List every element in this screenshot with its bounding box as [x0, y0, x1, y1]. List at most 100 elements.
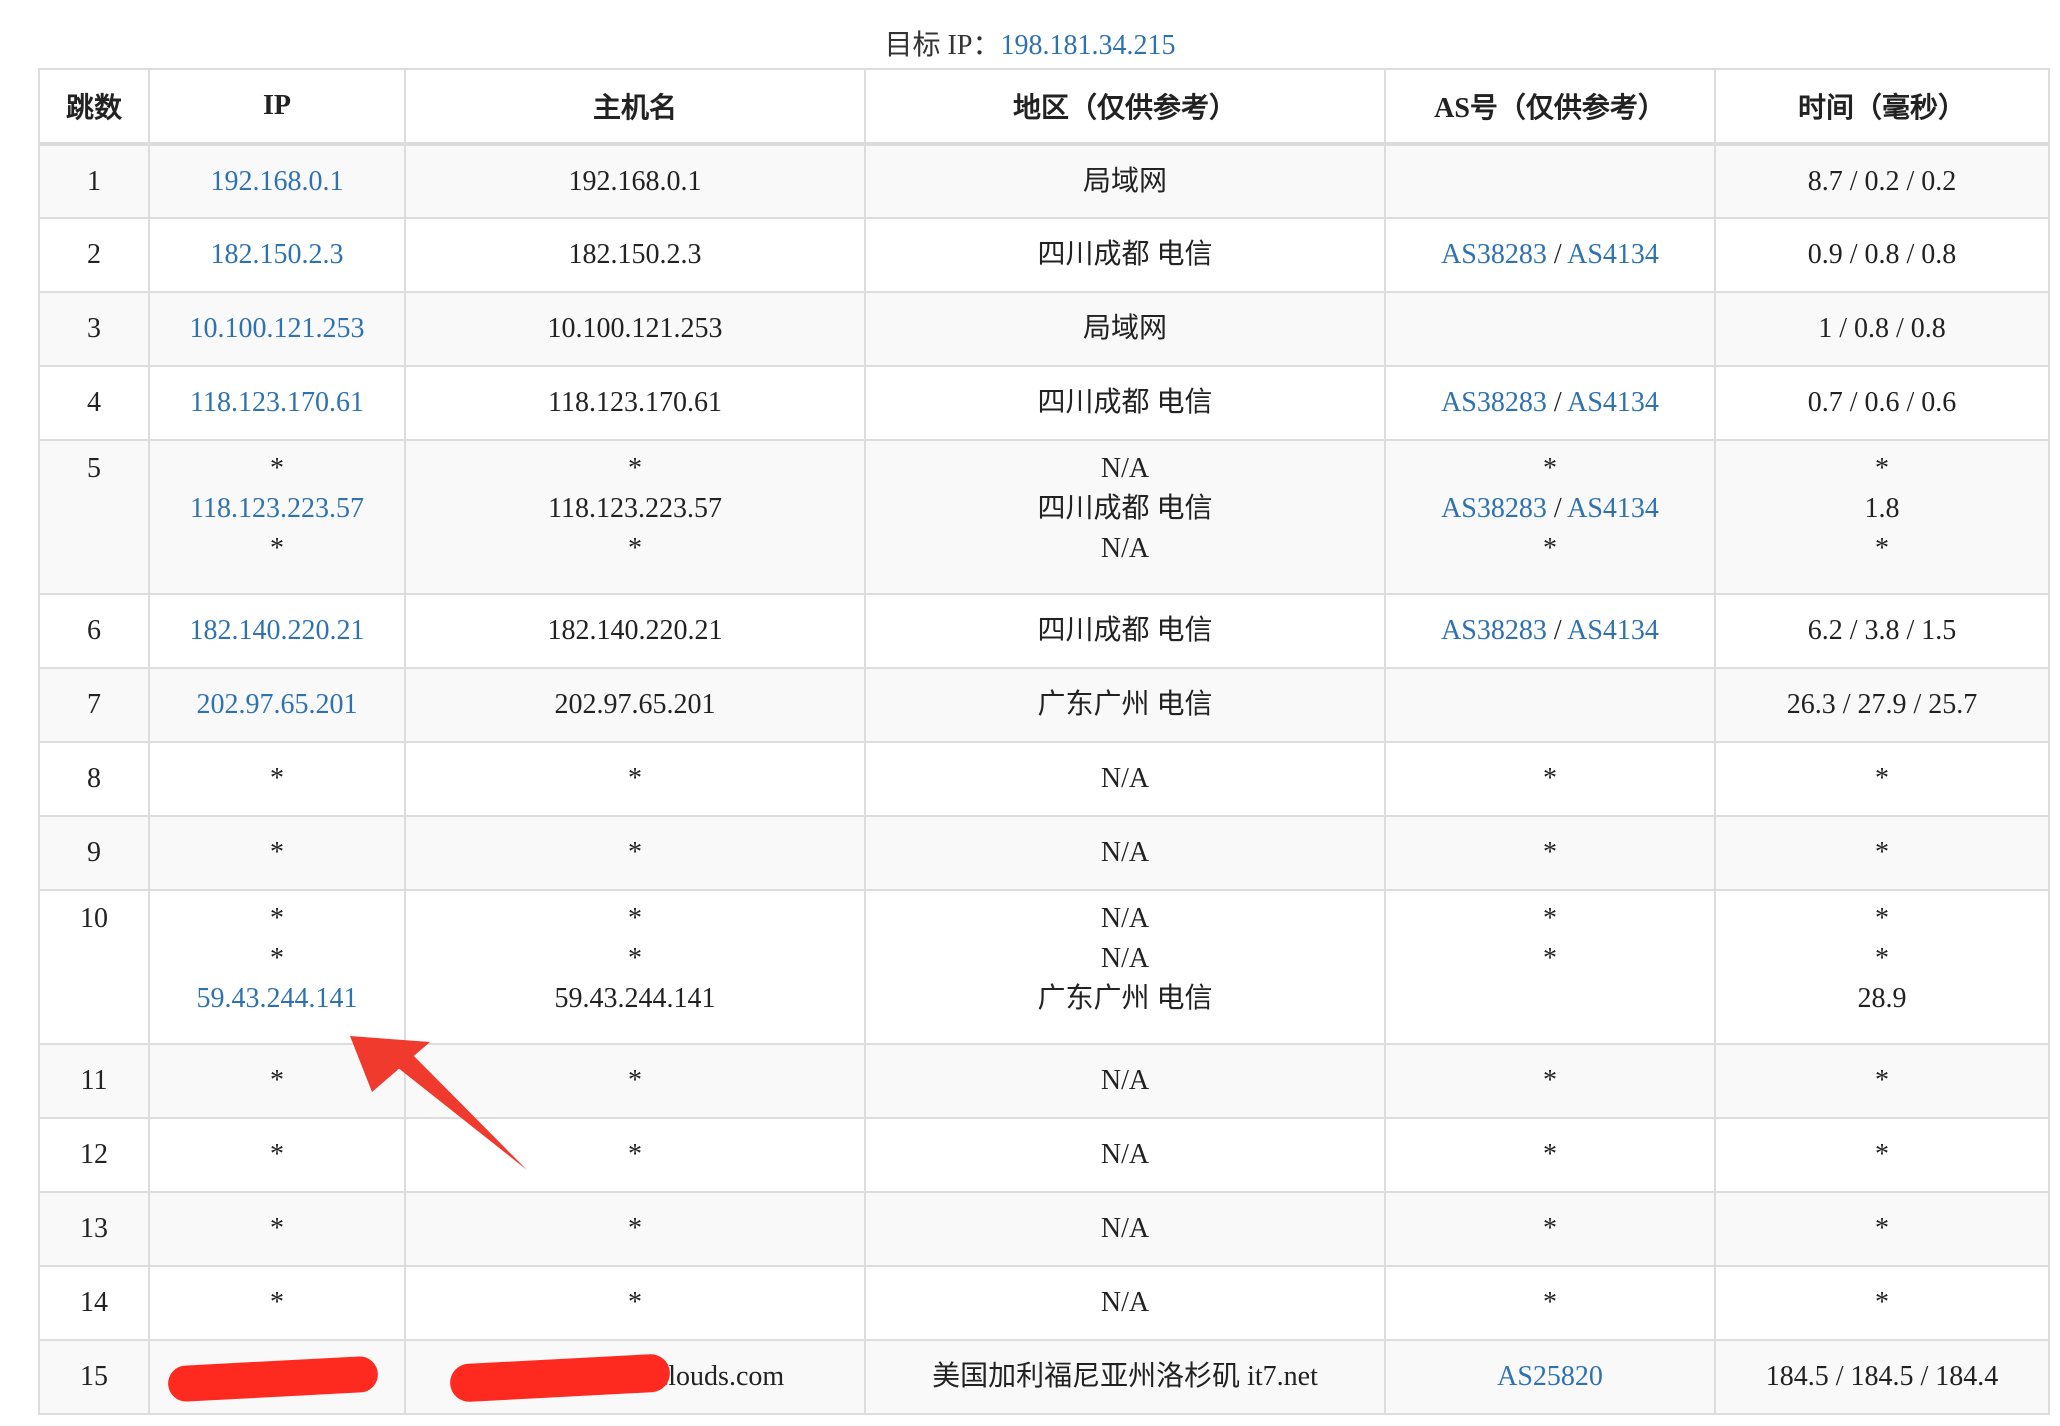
ip-link[interactable]: 118.123.223.57 [150, 489, 404, 529]
table-row: 8 * * N/A * * [38, 741, 2050, 817]
as-cell: AS38283 / AS4134 [1384, 217, 1716, 293]
as-link[interactable]: AS4134 [1567, 387, 1659, 418]
as-line: * [1386, 449, 1714, 489]
ip-link[interactable]: 10.100.121.253 [150, 309, 404, 349]
hostname-cell: 182.140.220.21 [404, 593, 866, 669]
ip-cell: 202.97.65.201 [148, 667, 406, 743]
ip-link[interactable]: 192.168.0.1 [150, 162, 404, 202]
as-line: * [1386, 529, 1714, 569]
as-line: * [1386, 1061, 1714, 1101]
ip-text: * [270, 837, 284, 868]
hop-cell: 6 [38, 593, 150, 669]
as-link[interactable]: AS25820 [1497, 1361, 1603, 1392]
ip-text: * [270, 1213, 284, 1244]
as-line: AS38283 / AS4134 [1386, 611, 1714, 651]
ip-text: * [270, 533, 284, 564]
as-link[interactable]: AS38283 [1441, 239, 1547, 270]
ip-text: * [270, 453, 284, 484]
col-header-hostname: 主机名 [404, 68, 866, 146]
as-line: * [1386, 899, 1714, 939]
hop-number: 5 [87, 453, 101, 484]
hop-number: 15 [80, 1361, 108, 1392]
as-link[interactable]: AS38283 [1441, 493, 1547, 524]
ip-cell: * [148, 815, 406, 891]
table-row: 4 118.123.170.61 118.123.170.61 四川成都 电信 AS38… [38, 365, 2050, 441]
ip-cell: 182.150.2.3 [148, 217, 406, 293]
table-row: 12 * * N/A * * [38, 1117, 2050, 1193]
as-link[interactable]: AS4134 [1567, 493, 1659, 524]
hostname-text: 182.140.220.21 [547, 615, 723, 646]
region-text: N/A [1100, 943, 1150, 974]
target-ip-label: 目标 IP： [884, 30, 1001, 61]
hop-number: 6 [87, 615, 101, 646]
hostname-text: 192.168.0.1 [568, 165, 702, 197]
hostname-cell: * [404, 1265, 866, 1341]
as-link[interactable]: AS38283 [1441, 615, 1547, 646]
as-cell: AS38283 / AS4134 [1384, 593, 1716, 669]
hop-number: 13 [80, 1213, 108, 1244]
hostname-cell: 118.123.170.61 [404, 365, 866, 441]
ip-text [150, 1355, 404, 1403]
hostname-redacted-wrap: clouds.com [406, 1353, 864, 1403]
region-text: 四川成都 电信 [1037, 387, 1213, 418]
time-text: * [1875, 1287, 1889, 1318]
time-text: * [1875, 1065, 1889, 1096]
time-text: * [1875, 903, 1889, 934]
region-text: N/A [1100, 903, 1150, 934]
time-cell: 0.9 / 0.8 / 0.8 [1714, 217, 2050, 293]
time-text: * [1875, 837, 1889, 868]
hostname-cell: * 118.123.223.57 * [404, 439, 866, 595]
hop-cell: 4 [38, 365, 150, 441]
region-text: N/A [1100, 533, 1150, 564]
ip-cell: * [148, 1191, 406, 1267]
as-link[interactable]: AS4134 [1567, 239, 1659, 270]
region-text: N/A [1100, 763, 1150, 794]
hop-cell: 15 [38, 1339, 150, 1415]
as-line: AS38283 / AS4134 [1386, 235, 1714, 275]
as-link[interactable]: AS4134 [1567, 615, 1659, 646]
hostname-text: 202.97.65.201 [554, 689, 716, 720]
time-cell: * [1714, 1117, 2050, 1193]
hostname-text: 59.43.244.141 [554, 983, 716, 1014]
hop-cell: 7 [38, 667, 150, 743]
ip-link[interactable]: 118.123.170.61 [150, 383, 404, 423]
hostname-text: * [628, 453, 642, 484]
hostname-text: * [628, 1065, 642, 1096]
as-line: * [1386, 833, 1714, 873]
region-text: 局域网 [1082, 313, 1167, 344]
redaction-mark [167, 1355, 379, 1403]
as-line: * [1386, 759, 1714, 799]
as-cell [1384, 667, 1716, 743]
time-cell: * 1.8 * [1714, 439, 2050, 595]
ip-link[interactable]: 59.43.244.141 [150, 979, 404, 1019]
hostname-cell: clouds.com [404, 1339, 866, 1415]
time-text: * [1875, 1139, 1889, 1170]
region-cell: N/A [864, 1043, 1386, 1119]
table-row: 10 * * 59.43.244.141 * * 59.43.244.141 N/A N/A 广东… [38, 889, 2050, 1045]
region-text: 四川成都 电信 [1037, 239, 1213, 270]
hop-cell: 12 [38, 1117, 150, 1193]
hostname-cell: 202.97.65.201 [404, 667, 866, 743]
hop-cell: 3 [38, 291, 150, 367]
as-link[interactable]: AS38283 [1441, 387, 1547, 418]
hostname-cell: * [404, 1191, 866, 1267]
as-text: * [1543, 943, 1557, 974]
as-line: * [1386, 939, 1714, 979]
time-cell: 6.2 / 3.8 / 1.5 [1714, 593, 2050, 669]
table-row: 3 10.100.121.253 10.100.121.253 局域网 1 / 0.8… [38, 291, 2050, 367]
target-ip-link[interactable]: 198.181.34.215 [1000, 30, 1175, 61]
ip-link[interactable]: 202.97.65.201 [150, 685, 404, 725]
as-separator: / [1546, 493, 1568, 524]
ip-link[interactable]: 182.150.2.3 [150, 235, 404, 275]
ip-link[interactable]: 182.140.220.21 [150, 611, 404, 651]
as-text: * [1543, 1213, 1557, 1244]
ip-cell: * [148, 1265, 406, 1341]
ip-text: * [270, 1139, 284, 1170]
region-text: N/A [1100, 837, 1150, 868]
region-text: 四川成都 电信 [1037, 615, 1213, 646]
table-row: 1 192.168.0.1 192.168.0.1 局域网 8.7 / 0.2 / 0… [38, 143, 2050, 219]
time-text: 1.8 [1864, 493, 1900, 524]
as-cell: * AS38283 / AS4134 * [1384, 439, 1716, 595]
region-cell: N/A [864, 1191, 1386, 1267]
time-cell: * [1714, 741, 2050, 817]
